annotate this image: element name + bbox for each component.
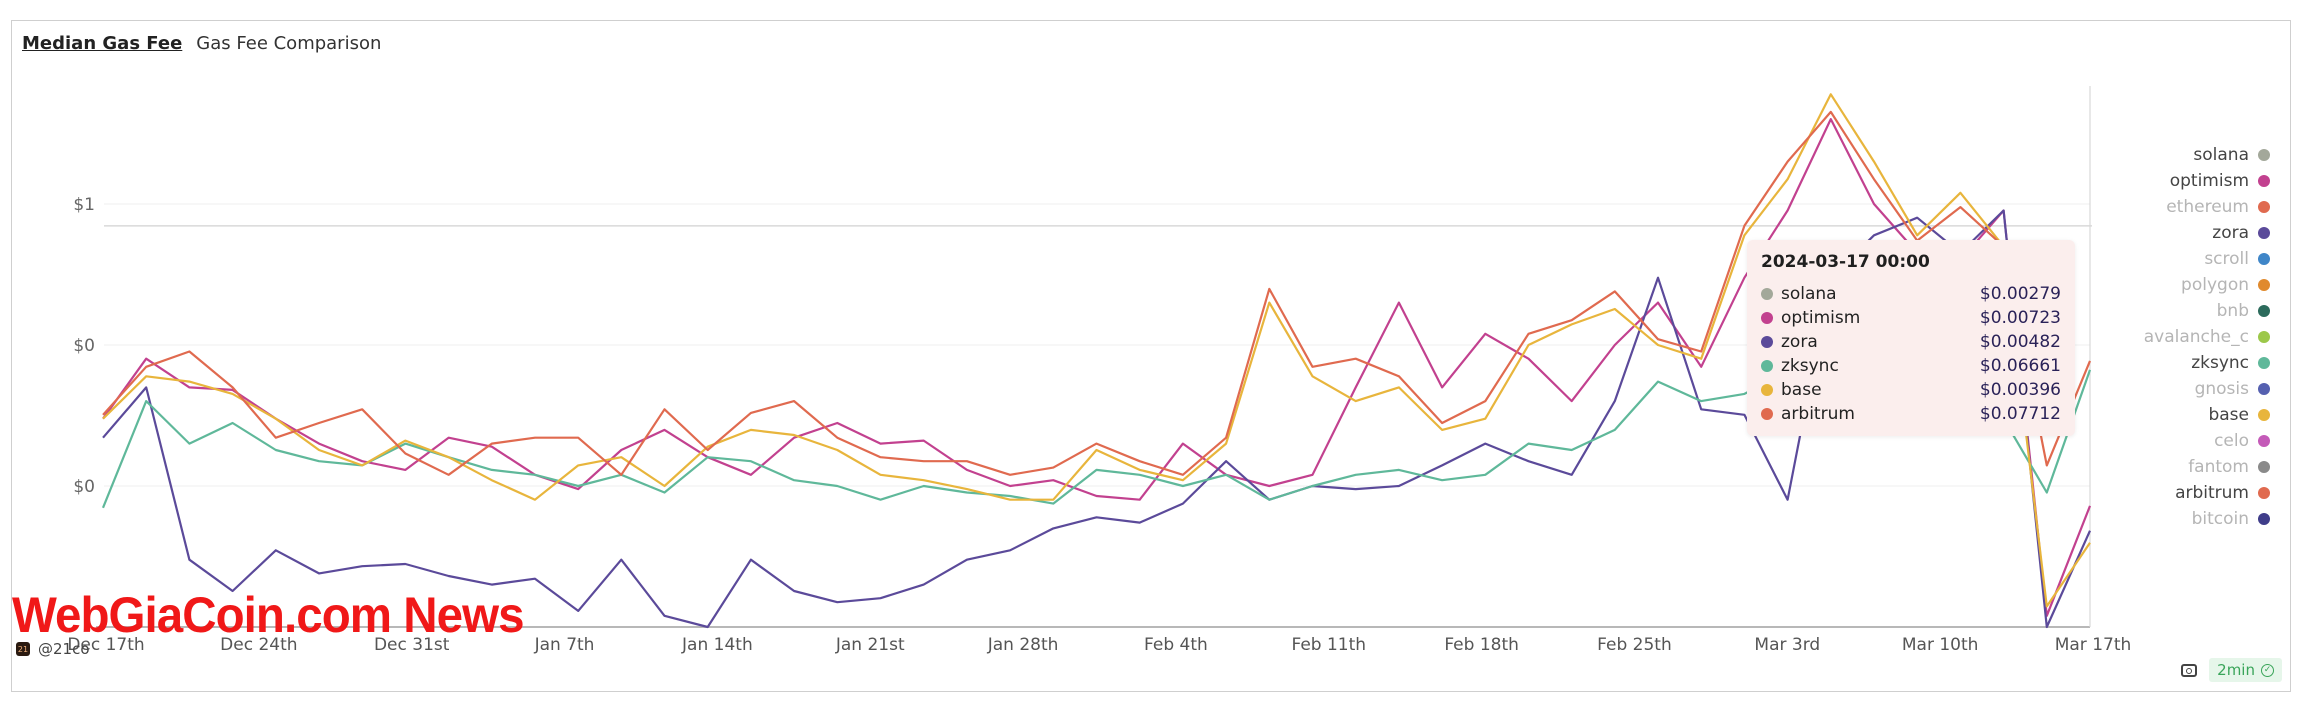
tooltip-series-value: $0.00482 bbox=[1979, 332, 2061, 352]
legend-dot-icon bbox=[2258, 383, 2270, 395]
legend-item-base[interactable]: base bbox=[2208, 402, 2270, 428]
x-tick-label: Jan 21st bbox=[835, 635, 905, 655]
chart-status: 2min ✓ bbox=[2181, 658, 2282, 682]
legend-label: solana bbox=[2193, 145, 2249, 165]
legend-dot-icon bbox=[2258, 513, 2270, 525]
x-tick-label: Feb 4th bbox=[1144, 635, 1208, 655]
tooltip-series-value: $0.07712 bbox=[1979, 404, 2061, 424]
x-tick-label: Feb 25th bbox=[1597, 635, 1672, 655]
legend-item-bnb[interactable]: bnb bbox=[2217, 298, 2270, 324]
camera-icon[interactable] bbox=[2181, 663, 2198, 677]
tooltip-dot-icon bbox=[1761, 288, 1773, 300]
y-axis-ticks: $1 $0 $0 bbox=[73, 195, 95, 497]
tooltip-dot-icon bbox=[1761, 408, 1773, 420]
legend-label: polygon bbox=[2181, 275, 2249, 295]
legend-dot-icon bbox=[2258, 357, 2270, 369]
author-logo-icon: 21 bbox=[16, 642, 30, 656]
chart-legend: solana optimism ethereum zora scroll polygon b… bbox=[2144, 142, 2270, 532]
tooltip-row: zksync $0.06661 bbox=[1761, 354, 2061, 378]
legend-item-bitcoin[interactable]: bitcoin bbox=[2192, 506, 2270, 532]
x-tick-label: Jan 7th bbox=[534, 635, 595, 655]
tooltip-row: arbitrum $0.07712 bbox=[1761, 402, 2061, 426]
legend-item-optimism[interactable]: optimism bbox=[2170, 168, 2270, 194]
x-tick-label: Mar 17th bbox=[2055, 635, 2132, 655]
legend-label: avalanche_c bbox=[2143, 327, 2249, 347]
legend-item-avalanche_c[interactable]: avalanche_c bbox=[2144, 324, 2270, 350]
y-tick-label: $0 bbox=[73, 477, 95, 497]
legend-item-scroll[interactable]: scroll bbox=[2204, 246, 2270, 272]
legend-item-polygon[interactable]: polygon bbox=[2181, 272, 2270, 298]
refresh-time: 2min bbox=[2217, 661, 2255, 679]
hover-tooltip: 2024-03-17 00:00 solana $0.00279 optimism $… bbox=[1747, 240, 2075, 436]
check-circle-icon: ✓ bbox=[2261, 663, 2274, 677]
legend-dot-icon bbox=[2258, 149, 2270, 161]
legend-label: ethereum bbox=[2166, 197, 2249, 217]
tooltip-dot-icon bbox=[1761, 384, 1773, 396]
legend-dot-icon bbox=[2258, 253, 2270, 265]
legend-label: optimism bbox=[2169, 171, 2249, 191]
tooltip-series-name: zksync bbox=[1781, 356, 1839, 376]
tooltip-series-name: solana bbox=[1781, 284, 1837, 304]
legend-item-zora[interactable]: zora bbox=[2212, 220, 2270, 246]
legend-item-arbitrum[interactable]: arbitrum bbox=[2175, 480, 2270, 506]
tooltip-dot-icon bbox=[1761, 336, 1773, 348]
legend-dot-icon bbox=[2258, 409, 2270, 421]
legend-dot-icon bbox=[2258, 435, 2270, 447]
tooltip-row: base $0.00396 bbox=[1761, 378, 2061, 402]
refresh-badge: 2min ✓ bbox=[2209, 658, 2282, 682]
y-tick-label: $0 bbox=[73, 336, 95, 356]
tooltip-row: zora $0.00482 bbox=[1761, 330, 2061, 354]
legend-dot-icon bbox=[2258, 461, 2270, 473]
legend-label: arbitrum bbox=[2175, 483, 2249, 503]
legend-label: scroll bbox=[2204, 249, 2249, 269]
legend-label: bnb bbox=[2216, 301, 2249, 321]
legend-item-gnosis[interactable]: gnosis bbox=[2195, 376, 2270, 402]
tooltip-row: solana $0.00279 bbox=[1761, 282, 2061, 306]
watermark-text: WebGiaCoin.com News bbox=[12, 587, 525, 643]
x-tick-label: Mar 3rd bbox=[1754, 635, 1820, 655]
legend-dot-icon bbox=[2258, 331, 2270, 343]
legend-item-ethereum[interactable]: ethereum bbox=[2166, 194, 2270, 220]
tooltip-series-value: $0.00279 bbox=[1979, 284, 2061, 304]
legend-dot-icon bbox=[2258, 305, 2270, 317]
legend-label: zksync bbox=[2191, 353, 2249, 373]
tooltip-series-value: $0.06661 bbox=[1979, 356, 2061, 376]
tooltip-rows: solana $0.00279 optimism $0.00723 zora $0.004… bbox=[1761, 282, 2061, 426]
y-tick-label: $1 bbox=[73, 195, 95, 215]
tooltip-dot-icon bbox=[1761, 360, 1773, 372]
legend-dot-icon bbox=[2258, 279, 2270, 291]
tooltip-series-name: zora bbox=[1781, 332, 1818, 352]
legend-dot-icon bbox=[2258, 487, 2270, 499]
legend-label: bitcoin bbox=[2191, 509, 2249, 529]
x-tick-label: Feb 11th bbox=[1291, 635, 1366, 655]
tooltip-dot-icon bbox=[1761, 312, 1773, 324]
tooltip-series-value: $0.00396 bbox=[1979, 380, 2061, 400]
tooltip-series-name: arbitrum bbox=[1781, 404, 1855, 424]
legend-item-zksync[interactable]: zksync bbox=[2191, 350, 2270, 376]
tooltip-row: optimism $0.00723 bbox=[1761, 306, 2061, 330]
tooltip-date: 2024-03-17 00:00 bbox=[1761, 252, 1930, 272]
legend-item-celo[interactable]: celo bbox=[2214, 428, 2270, 454]
x-tick-label: Feb 18th bbox=[1444, 635, 1519, 655]
legend-label: zora bbox=[2212, 223, 2249, 243]
legend-dot-icon bbox=[2258, 175, 2270, 187]
tooltip-series-value: $0.00723 bbox=[1979, 308, 2061, 328]
legend-label: fantom bbox=[2188, 457, 2249, 477]
x-tick-label: Jan 14th bbox=[681, 635, 753, 655]
legend-dot-icon bbox=[2258, 227, 2270, 239]
legend-dot-icon bbox=[2258, 201, 2270, 213]
legend-label: gnosis bbox=[2194, 379, 2249, 399]
x-tick-label: Mar 10th bbox=[1902, 635, 1979, 655]
x-tick-label: Jan 28th bbox=[987, 635, 1059, 655]
legend-label: celo bbox=[2214, 431, 2249, 451]
legend-label: base bbox=[2208, 405, 2249, 425]
legend-item-solana[interactable]: solana bbox=[2193, 142, 2270, 168]
tooltip-series-name: optimism bbox=[1781, 308, 1861, 328]
tooltip-series-name: base bbox=[1781, 380, 1822, 400]
legend-item-fantom[interactable]: fantom bbox=[2188, 454, 2270, 480]
